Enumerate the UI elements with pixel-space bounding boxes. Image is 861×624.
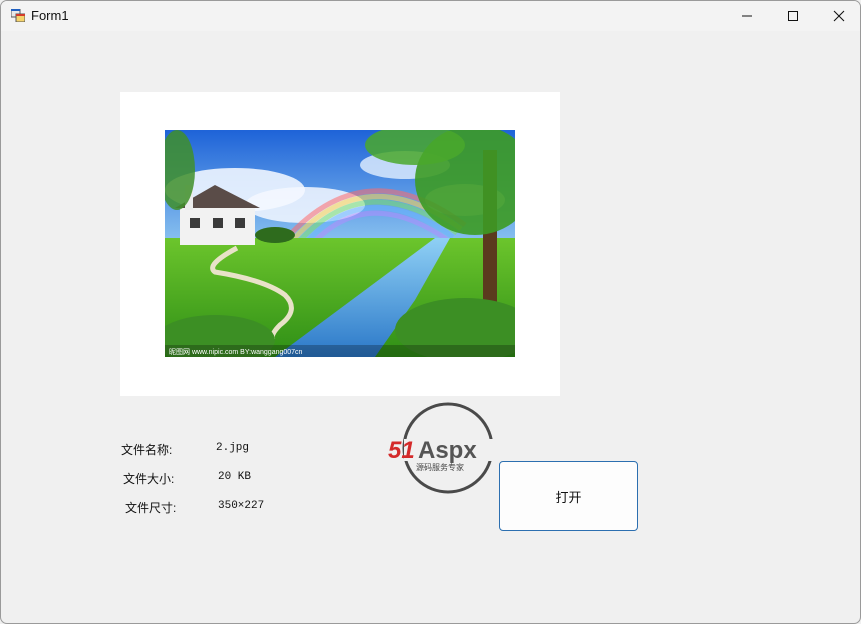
window-title: Form1 bbox=[31, 8, 69, 23]
file-name-label: 文件名称: bbox=[121, 443, 173, 457]
landscape-photo: 昵图网 www.nipic.com BY:wanggang007cn bbox=[165, 130, 515, 357]
file-dims-value: 350×227 bbox=[218, 500, 265, 512]
picture-box: 昵图网 www.nipic.com BY:wanggang007cn bbox=[120, 92, 560, 396]
photo-watermark: 昵图网 www.nipic.com BY:wanggang007cn bbox=[169, 348, 303, 356]
svg-text:源码服务专家: 源码服务专家 bbox=[416, 462, 464, 472]
maximize-button[interactable] bbox=[770, 1, 816, 31]
file-size-label: 文件大小: bbox=[123, 472, 175, 486]
close-button[interactable] bbox=[816, 1, 860, 31]
minimize-icon bbox=[742, 15, 752, 17]
51aspx-logo: 51 Aspx 源码服务专家 bbox=[388, 402, 494, 494]
file-name-value: 2.jpg bbox=[216, 442, 250, 454]
file-dims-label: 文件尺寸: bbox=[125, 501, 177, 515]
form1-window: Form1 昵图网 www.nipic.com BY:wanggang007cn… bbox=[0, 0, 861, 624]
svg-text:Aspx: Aspx bbox=[418, 437, 477, 464]
close-icon bbox=[833, 10, 845, 22]
open-button[interactable]: 打开 bbox=[499, 461, 638, 531]
title-bar[interactable]: Form1 bbox=[1, 1, 860, 31]
maximize-icon bbox=[788, 11, 798, 21]
app-icon bbox=[11, 9, 25, 22]
file-size-value: 20 KB bbox=[218, 471, 252, 483]
minimize-button[interactable] bbox=[724, 1, 770, 31]
svg-text:51: 51 bbox=[388, 437, 415, 464]
